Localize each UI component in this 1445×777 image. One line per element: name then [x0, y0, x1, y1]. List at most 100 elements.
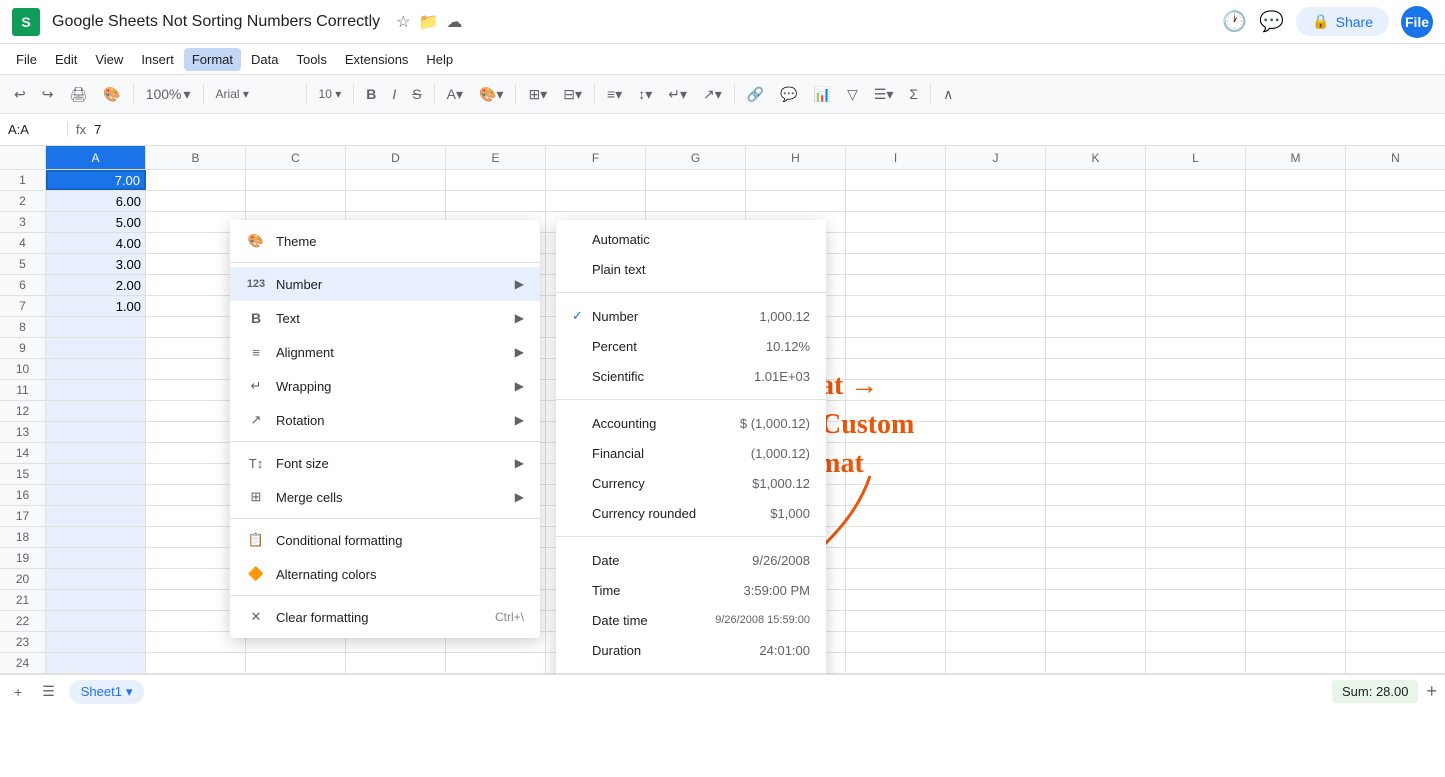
cell-I14[interactable]	[846, 443, 946, 463]
cell-M23[interactable]	[1246, 632, 1346, 652]
format-conditional-item[interactable]: 📋 Conditional formatting	[230, 523, 540, 557]
cell-B2[interactable]	[146, 191, 246, 211]
cell-M21[interactable]	[1246, 590, 1346, 610]
cell-M9[interactable]	[1246, 338, 1346, 358]
menu-data[interactable]: Data	[243, 48, 286, 71]
submenu-plaintext[interactable]: Plain text	[556, 254, 826, 284]
filter-btn[interactable]: ▽	[841, 82, 864, 107]
cell-L12[interactable]	[1146, 401, 1246, 421]
cell-J13[interactable]	[946, 422, 1046, 442]
cell-I22[interactable]	[846, 611, 946, 631]
cell-H1[interactable]	[746, 170, 846, 190]
paint-format-button[interactable]: 🎨	[97, 82, 126, 107]
cell-N10[interactable]	[1346, 359, 1445, 379]
cell-D1[interactable]	[346, 170, 446, 190]
cell-J15[interactable]	[946, 464, 1046, 484]
cell-K3[interactable]	[1046, 212, 1146, 232]
cell-L22[interactable]	[1146, 611, 1246, 631]
cell-L7[interactable]	[1146, 296, 1246, 316]
cell-I16[interactable]	[846, 485, 946, 505]
col-header-H[interactable]: H	[746, 146, 846, 169]
submenu-scientific[interactable]: Scientific 1.01E+03	[556, 361, 826, 391]
star-icon[interactable]: ☆	[396, 12, 410, 32]
cell-N3[interactable]	[1346, 212, 1445, 232]
cell-L24[interactable]	[1146, 653, 1246, 673]
cell-J3[interactable]	[946, 212, 1046, 232]
cell-I3[interactable]	[846, 212, 946, 232]
cell-N22[interactable]	[1346, 611, 1445, 631]
cell-I4[interactable]	[846, 233, 946, 253]
strikethrough-button[interactable]: S	[406, 82, 427, 106]
cell-reference[interactable]: A:A	[8, 122, 68, 137]
cell-J5[interactable]	[946, 254, 1046, 274]
cell-A21[interactable]	[46, 590, 146, 610]
cell-K13[interactable]	[1046, 422, 1146, 442]
col-header-A[interactable]: A	[46, 146, 146, 169]
format-clear-item[interactable]: ✕ Clear formatting Ctrl+\	[230, 600, 540, 634]
col-header-E[interactable]: E	[446, 146, 546, 169]
cell-A23[interactable]	[46, 632, 146, 652]
cell-C2[interactable]	[246, 191, 346, 211]
cell-A20[interactable]	[46, 569, 146, 589]
cell-A4[interactable]: 4.00	[46, 233, 146, 253]
cell-M6[interactable]	[1246, 275, 1346, 295]
cell-J8[interactable]	[946, 317, 1046, 337]
menu-help[interactable]: Help	[418, 48, 461, 71]
cell-M24[interactable]	[1246, 653, 1346, 673]
cell-J7[interactable]	[946, 296, 1046, 316]
print-button[interactable]: 🖨	[63, 82, 93, 107]
cell-I17[interactable]	[846, 506, 946, 526]
cell-L19[interactable]	[1146, 548, 1246, 568]
cell-J1[interactable]	[946, 170, 1046, 190]
cell-L1[interactable]	[1146, 170, 1246, 190]
cell-B1[interactable]	[146, 170, 246, 190]
cell-L4[interactable]	[1146, 233, 1246, 253]
cell-N5[interactable]	[1346, 254, 1445, 274]
format-fontsize-item[interactable]: T↕ Font size ▶	[230, 446, 540, 480]
cell-N16[interactable]	[1346, 485, 1445, 505]
cell-I24[interactable]	[846, 653, 946, 673]
cell-J11[interactable]	[946, 380, 1046, 400]
col-header-K[interactable]: K	[1046, 146, 1146, 169]
cell-K17[interactable]	[1046, 506, 1146, 526]
borders-btn[interactable]: ⊞▾	[522, 82, 553, 107]
cell-J20[interactable]	[946, 569, 1046, 589]
format-merge-item[interactable]: ⊞ Merge cells ▶	[230, 480, 540, 514]
cell-I1[interactable]	[846, 170, 946, 190]
cell-I8[interactable]	[846, 317, 946, 337]
fill-color-btn[interactable]: 🎨▾	[473, 82, 509, 107]
cell-K2[interactable]	[1046, 191, 1146, 211]
format-rotation-item[interactable]: ↗ Rotation ▶	[230, 403, 540, 437]
cell-L15[interactable]	[1146, 464, 1246, 484]
cell-A17[interactable]	[46, 506, 146, 526]
cell-J14[interactable]	[946, 443, 1046, 463]
cell-N17[interactable]	[1346, 506, 1445, 526]
cell-M3[interactable]	[1246, 212, 1346, 232]
cell-N12[interactable]	[1346, 401, 1445, 421]
cell-E24[interactable]	[446, 653, 546, 673]
cell-I11[interactable]	[846, 380, 946, 400]
cell-M2[interactable]	[1246, 191, 1346, 211]
cell-M14[interactable]	[1246, 443, 1346, 463]
cell-N2[interactable]	[1346, 191, 1445, 211]
col-header-B[interactable]: B	[146, 146, 246, 169]
cell-C1[interactable]	[246, 170, 346, 190]
col-header-L[interactable]: L	[1146, 146, 1246, 169]
cell-I9[interactable]	[846, 338, 946, 358]
formula-content[interactable]: 7	[94, 122, 101, 137]
folder-icon[interactable]: 📁	[418, 12, 438, 32]
cell-N20[interactable]	[1346, 569, 1445, 589]
italic-button[interactable]: I	[386, 82, 402, 106]
format-number-item[interactable]: 123 Number ▶	[230, 267, 540, 301]
menu-file[interactable]: File	[8, 48, 45, 71]
cell-K23[interactable]	[1046, 632, 1146, 652]
freeze-btn[interactable]: ☰▾	[868, 82, 900, 107]
cell-M22[interactable]	[1246, 611, 1346, 631]
cell-E2[interactable]	[446, 191, 546, 211]
cell-M10[interactable]	[1246, 359, 1346, 379]
col-header-I[interactable]: I	[846, 146, 946, 169]
collapse-btn[interactable]: ∧	[937, 82, 959, 107]
submenu-date[interactable]: Date 9/26/2008	[556, 545, 826, 575]
cell-I21[interactable]	[846, 590, 946, 610]
cell-A22[interactable]	[46, 611, 146, 631]
